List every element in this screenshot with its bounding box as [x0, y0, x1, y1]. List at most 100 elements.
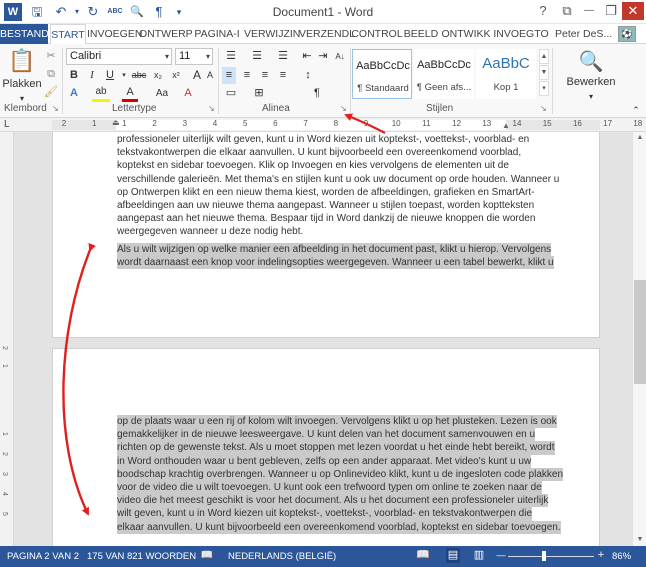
text-line[interactable]: aangepast aan het nieuwe thema. Bespaar …: [117, 212, 535, 225]
tab-references[interactable]: VERWIJZIN: [244, 24, 300, 44]
print-layout-icon[interactable]: ▤: [446, 548, 460, 563]
style-heading-1[interactable]: AaBbC Kop 1: [476, 49, 536, 99]
editing-dropdown-icon[interactable]: ▾: [584, 88, 598, 105]
scroll-up-icon[interactable]: ▲: [634, 134, 646, 141]
font-launcher-icon[interactable]: ↘: [208, 104, 215, 113]
tab-design[interactable]: ONTWERP: [139, 24, 193, 44]
paragraph-launcher-icon[interactable]: ↘: [340, 104, 347, 113]
align-center-button[interactable]: ≡: [240, 67, 254, 84]
tab-review[interactable]: CONTROL: [351, 24, 403, 44]
superscript-button[interactable]: x²: [168, 67, 184, 84]
minimize-icon[interactable]: —: [578, 2, 600, 20]
text-line[interactable]: koptekst en sidebar toevoegen. Klik op I…: [117, 159, 533, 172]
strikethrough-button[interactable]: abc: [129, 67, 149, 84]
style-normal[interactable]: AaBbCcDc ¶ Standaard: [352, 49, 412, 99]
format-painter-icon[interactable]: 🖌: [44, 84, 58, 101]
align-right-button[interactable]: ≡: [258, 67, 272, 84]
clear-formatting-button[interactable]: A: [180, 85, 196, 102]
avatar[interactable]: ⚽: [618, 26, 636, 42]
zoom-in-icon[interactable]: +: [594, 548, 608, 563]
highlight-button[interactable]: ab: [92, 85, 110, 102]
paragraph[interactable]: professioneler uiterlijk wilt geven, kun…: [117, 133, 559, 239]
shrink-font-button[interactable]: A: [204, 67, 216, 84]
grow-font-button[interactable]: A: [190, 67, 204, 84]
close-icon[interactable]: ✕: [622, 2, 644, 20]
style-no-spacing[interactable]: AaBbCcDc ¶ Geen afs...: [414, 49, 474, 99]
scrollbar-thumb[interactable]: [634, 280, 646, 384]
decrease-indent-button[interactable]: ⇤: [300, 48, 314, 65]
horizontal-ruler[interactable]: L 2 1 1 2 3 4 5 6 7 8 9 10 11 12 13 14 15 16 17 18 ⏏ ▲: [0, 118, 646, 132]
text-line[interactable]: tekstvakontwerpen die elkaar aanvullen. …: [117, 146, 533, 159]
zoom-out-icon[interactable]: —: [494, 548, 508, 563]
user-name[interactable]: Peter DeS...: [555, 24, 612, 44]
tab-view[interactable]: BEELD: [403, 24, 439, 44]
sort-button[interactable]: A↓: [332, 48, 348, 65]
zoom-slider-thumb[interactable]: [542, 551, 547, 561]
change-case-button[interactable]: Aa: [152, 85, 172, 102]
line-spacing-button[interactable]: ↕: [300, 67, 316, 84]
vertical-scrollbar[interactable]: ▲ ▼: [632, 132, 646, 546]
collapse-ribbon-icon[interactable]: ⌃: [630, 102, 642, 119]
text-line[interactable]: gemakkelijker in de nieuwe leesweergave.…: [117, 428, 536, 442]
zoom-slider[interactable]: [508, 556, 594, 557]
indent-marker-icon[interactable]: ⏏: [112, 118, 120, 127]
tab-selector-icon[interactable]: L: [4, 119, 10, 130]
text-line[interactable]: video die het meest geschikt is voor het…: [117, 494, 549, 508]
tab-home[interactable]: START: [50, 24, 86, 45]
help-icon[interactable]: ?: [532, 2, 554, 20]
zoom-level[interactable]: 86%: [612, 546, 631, 567]
selected-paragraph[interactable]: Als u wilt wijzigen op welke manier een …: [117, 243, 554, 270]
styles-scroll-down-icon[interactable]: ▼: [539, 65, 549, 80]
multilevel-list-button[interactable]: ☰: [274, 48, 292, 65]
text-line[interactable]: weergegeven wanneer u deze nodig hebt.: [117, 225, 533, 238]
page-2[interactable]: op de plaats waar u een rij of kolom wil…: [52, 348, 600, 546]
font-size-select[interactable]: 11 ▾: [175, 48, 213, 65]
tab-addins[interactable]: INVOEGTO: [493, 24, 549, 44]
text-effects-button[interactable]: A: [66, 85, 82, 102]
text-line[interactable]: in Word onthouden waar u bent gebleven, …: [117, 454, 532, 468]
text-line[interactable]: verschillende galerieën. Met thema's en …: [117, 173, 559, 186]
clipboard-launcher-icon[interactable]: ↘: [52, 104, 59, 113]
selected-paragraph[interactable]: op de plaats waar u een rij of kolom wil…: [117, 415, 564, 534]
text-line[interactable]: op de plaats waar u een rij of kolom wil…: [117, 415, 557, 429]
tab-layout[interactable]: PAGINA-I: [191, 24, 243, 44]
text-line[interactable]: boodschap krachtig overbrengen. Wanneer …: [117, 467, 564, 482]
text-line[interactable]: elkaar aanvullen. U kunt bijvoorbeeld ee…: [117, 520, 561, 534]
numbering-button[interactable]: ☰: [248, 48, 266, 65]
styles-launcher-icon[interactable]: ↘: [540, 104, 547, 113]
borders-button[interactable]: ⊞: [250, 85, 268, 102]
text-line[interactable]: op Ontwerpen klikt en een nieuw thema ki…: [117, 186, 534, 199]
text-line[interactable]: afbeeldingen aan uw nieuwe thema aangepa…: [117, 199, 534, 212]
underline-button[interactable]: U: [102, 67, 118, 84]
cut-icon[interactable]: ✂: [44, 48, 58, 65]
justify-button[interactable]: ≡: [276, 67, 290, 84]
web-layout-icon[interactable]: ▥: [472, 548, 486, 563]
text-line[interactable]: Als u wilt wijzigen op welke manier een …: [117, 243, 552, 257]
text-line[interactable]: wilt geven, kunt u in Word kiezen uit ko…: [117, 507, 533, 521]
italic-button[interactable]: I: [84, 67, 100, 84]
text-line[interactable]: voor de video die u wilt toevoegen. U ku…: [117, 481, 542, 495]
find-icon[interactable]: 🔍: [578, 50, 604, 74]
font-name-select[interactable]: Calibri ▾: [66, 48, 172, 65]
align-left-button[interactable]: ≡: [222, 67, 236, 84]
read-mode-icon[interactable]: 📖: [416, 548, 430, 563]
tab-insert[interactable]: INVOEGEN: [87, 24, 142, 44]
proofing-icon[interactable]: 📖: [200, 548, 214, 563]
ribbon-display-icon[interactable]: ⧉: [556, 2, 578, 20]
page-1[interactable]: professioneler uiterlijk wilt geven, kun…: [52, 132, 600, 338]
scroll-down-icon[interactable]: ▼: [634, 536, 646, 543]
document-area[interactable]: 2 1 1 2 3 4 5 professioneler uiterlijk w…: [0, 132, 646, 546]
underline-dropdown-icon[interactable]: ▾: [120, 67, 128, 84]
copy-icon[interactable]: ⧉: [44, 66, 58, 83]
text-line[interactable]: professioneler uiterlijk wilt geven, kun…: [117, 133, 533, 146]
paste-icon[interactable]: 📋: [8, 48, 36, 74]
language-indicator[interactable]: NEDERLANDS (BELGIË): [228, 546, 336, 567]
font-color-button[interactable]: A: [122, 85, 138, 102]
tab-file[interactable]: BESTAND: [0, 24, 49, 44]
bold-button[interactable]: B: [66, 67, 82, 84]
styles-more-icon[interactable]: ▾: [539, 81, 549, 96]
tab-mailings[interactable]: VERZENDL: [299, 24, 355, 44]
text-line[interactable]: wordt daarnaast een knop voor indelingso…: [117, 256, 554, 270]
show-formatting-button[interactable]: ¶: [310, 85, 324, 102]
shading-button[interactable]: ▭: [222, 85, 240, 102]
